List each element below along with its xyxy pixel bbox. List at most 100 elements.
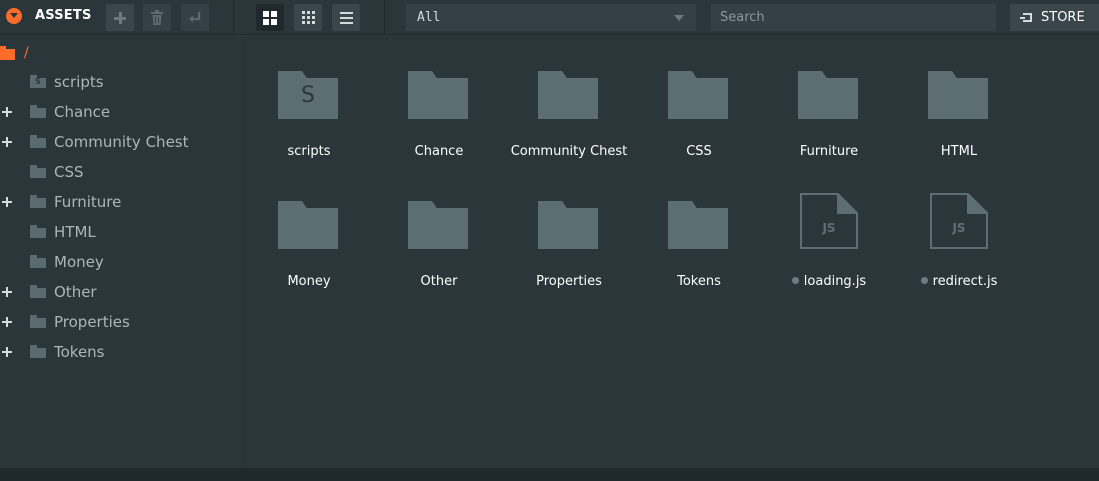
tile-label: CSS bbox=[634, 144, 764, 159]
tree-root[interactable]: / bbox=[0, 44, 29, 62]
tree-item-label: Properties bbox=[54, 313, 130, 331]
tile-label-text: scripts bbox=[287, 144, 331, 159]
tile-label: Tokens bbox=[634, 274, 764, 289]
folder-icon bbox=[538, 71, 598, 119]
folder-icon bbox=[30, 255, 46, 268]
assets-menu-icon[interactable] bbox=[6, 8, 22, 24]
store-label: STORE bbox=[1041, 10, 1085, 25]
tile-label: Furniture bbox=[764, 144, 894, 159]
plus-icon bbox=[114, 11, 126, 24]
folder-tile[interactable]: Furniture bbox=[764, 38, 894, 159]
toolbar-divider bbox=[233, 0, 234, 35]
tile-label: Other bbox=[374, 274, 504, 289]
tile-label-text: loading.js bbox=[803, 274, 867, 289]
tree-item[interactable]: HTML bbox=[0, 218, 243, 248]
tree-item-label: Other bbox=[54, 283, 97, 301]
tree-item-label: CSS bbox=[54, 163, 84, 181]
expand-plus-icon[interactable] bbox=[2, 347, 12, 357]
tile-label-text: Community Chest bbox=[510, 144, 628, 159]
tree-item-label: Money bbox=[54, 253, 104, 271]
tile-label: scripts bbox=[244, 144, 374, 159]
folder-icon bbox=[798, 71, 858, 119]
folder-icon bbox=[30, 135, 46, 148]
folder-tile[interactable]: Community Chest bbox=[504, 38, 634, 159]
tile-label-text: CSS bbox=[686, 144, 712, 159]
grid-small-icon bbox=[301, 11, 315, 24]
folder-icon bbox=[30, 345, 46, 358]
expand-plus-icon[interactable] bbox=[2, 197, 12, 207]
tile-label: redirect.js bbox=[894, 274, 1024, 289]
asset-type-filter[interactable]: All bbox=[406, 4, 696, 31]
list-view-button[interactable] bbox=[332, 4, 360, 31]
tile-label: Community Chest bbox=[504, 144, 634, 159]
tree-item-label: Furniture bbox=[54, 193, 122, 211]
tile-label-text: Furniture bbox=[799, 144, 859, 159]
tree-item[interactable]: Sscripts bbox=[0, 68, 243, 98]
large-grid-view-button[interactable] bbox=[256, 4, 284, 31]
trash-icon bbox=[151, 10, 163, 25]
expand-plus-icon[interactable] bbox=[2, 287, 12, 297]
grid-large-icon bbox=[263, 10, 277, 25]
folder-icon bbox=[30, 105, 46, 118]
tile-label: Chance bbox=[374, 144, 504, 159]
delete-button[interactable] bbox=[143, 4, 171, 31]
tree-item[interactable]: Chance bbox=[0, 98, 243, 128]
assets-title: ASSETS bbox=[35, 8, 92, 23]
tree-item-label: HTML bbox=[54, 223, 96, 241]
store-button[interactable]: STORE bbox=[1010, 4, 1099, 31]
tree-item[interactable]: Other bbox=[0, 278, 243, 308]
add-asset-button[interactable] bbox=[106, 4, 134, 31]
status-dot-icon bbox=[920, 277, 928, 284]
expand-plus-icon[interactable] bbox=[2, 137, 12, 147]
tile-label-text: Money bbox=[287, 274, 331, 289]
folder-tile[interactable]: Sscripts bbox=[244, 38, 374, 159]
tile-label-text: HTML bbox=[940, 144, 978, 159]
store-enter-icon bbox=[1020, 13, 1032, 22]
tree-item-label: Community Chest bbox=[54, 133, 189, 151]
tile-label-text: Tokens bbox=[677, 274, 721, 289]
tile-label-text: redirect.js bbox=[932, 274, 998, 289]
return-arrow-icon bbox=[189, 12, 201, 23]
root-folder-icon bbox=[0, 45, 15, 60]
toolbar-divider bbox=[384, 0, 385, 35]
folder-tile[interactable]: Chance bbox=[374, 38, 504, 159]
tile-label: Money bbox=[244, 274, 374, 289]
folder-tile[interactable]: Money bbox=[244, 168, 374, 289]
folder-icon bbox=[30, 285, 46, 298]
asset-grid: Sscripts Chance Community Chest CSS Furnitur… bbox=[245, 36, 1099, 468]
folder-tile[interactable]: HTML bbox=[894, 38, 1024, 159]
expand-plus-icon[interactable] bbox=[2, 107, 12, 117]
tile-label: HTML bbox=[894, 144, 1024, 159]
folder-icon bbox=[278, 201, 338, 249]
folder-icon bbox=[30, 225, 46, 238]
folder-icon bbox=[668, 71, 728, 119]
tree-item[interactable]: Community Chest bbox=[0, 128, 243, 158]
folder-tile[interactable]: Properties bbox=[504, 168, 634, 289]
folder-tree: / Sscripts Chance Community Chest CSS Furnit… bbox=[0, 36, 244, 468]
tree-item-label: Tokens bbox=[54, 343, 105, 361]
expand-plus-icon[interactable] bbox=[2, 317, 12, 327]
tile-label-text: Chance bbox=[414, 144, 464, 159]
folder-tile[interactable]: Other bbox=[374, 168, 504, 289]
js-file-icon: JS bbox=[930, 193, 988, 249]
file-tile[interactable]: JS redirect.js bbox=[894, 168, 1024, 289]
tree-item-label: Chance bbox=[54, 103, 111, 121]
assets-toolbar: ASSETS All STORE bbox=[0, 0, 1099, 35]
tree-item[interactable]: Money bbox=[0, 248, 243, 278]
folder-tile[interactable]: CSS bbox=[634, 38, 764, 159]
tile-label-text: Properties bbox=[536, 274, 602, 289]
tree-item[interactable]: CSS bbox=[0, 158, 243, 188]
folder-icon bbox=[30, 315, 46, 328]
folder-icon bbox=[538, 201, 598, 249]
tree-item[interactable]: Properties bbox=[0, 308, 243, 338]
small-grid-view-button[interactable] bbox=[294, 4, 322, 31]
tree-item[interactable]: Tokens bbox=[0, 338, 243, 368]
search-input[interactable] bbox=[711, 4, 996, 31]
tree-item-label: scripts bbox=[54, 73, 104, 91]
folder-icon bbox=[928, 71, 988, 119]
file-tile[interactable]: JS loading.js bbox=[764, 168, 894, 289]
tree-item[interactable]: Furniture bbox=[0, 188, 243, 218]
move-button[interactable] bbox=[181, 4, 209, 31]
folder-tile[interactable]: Tokens bbox=[634, 168, 764, 289]
tile-label: Properties bbox=[504, 274, 634, 289]
